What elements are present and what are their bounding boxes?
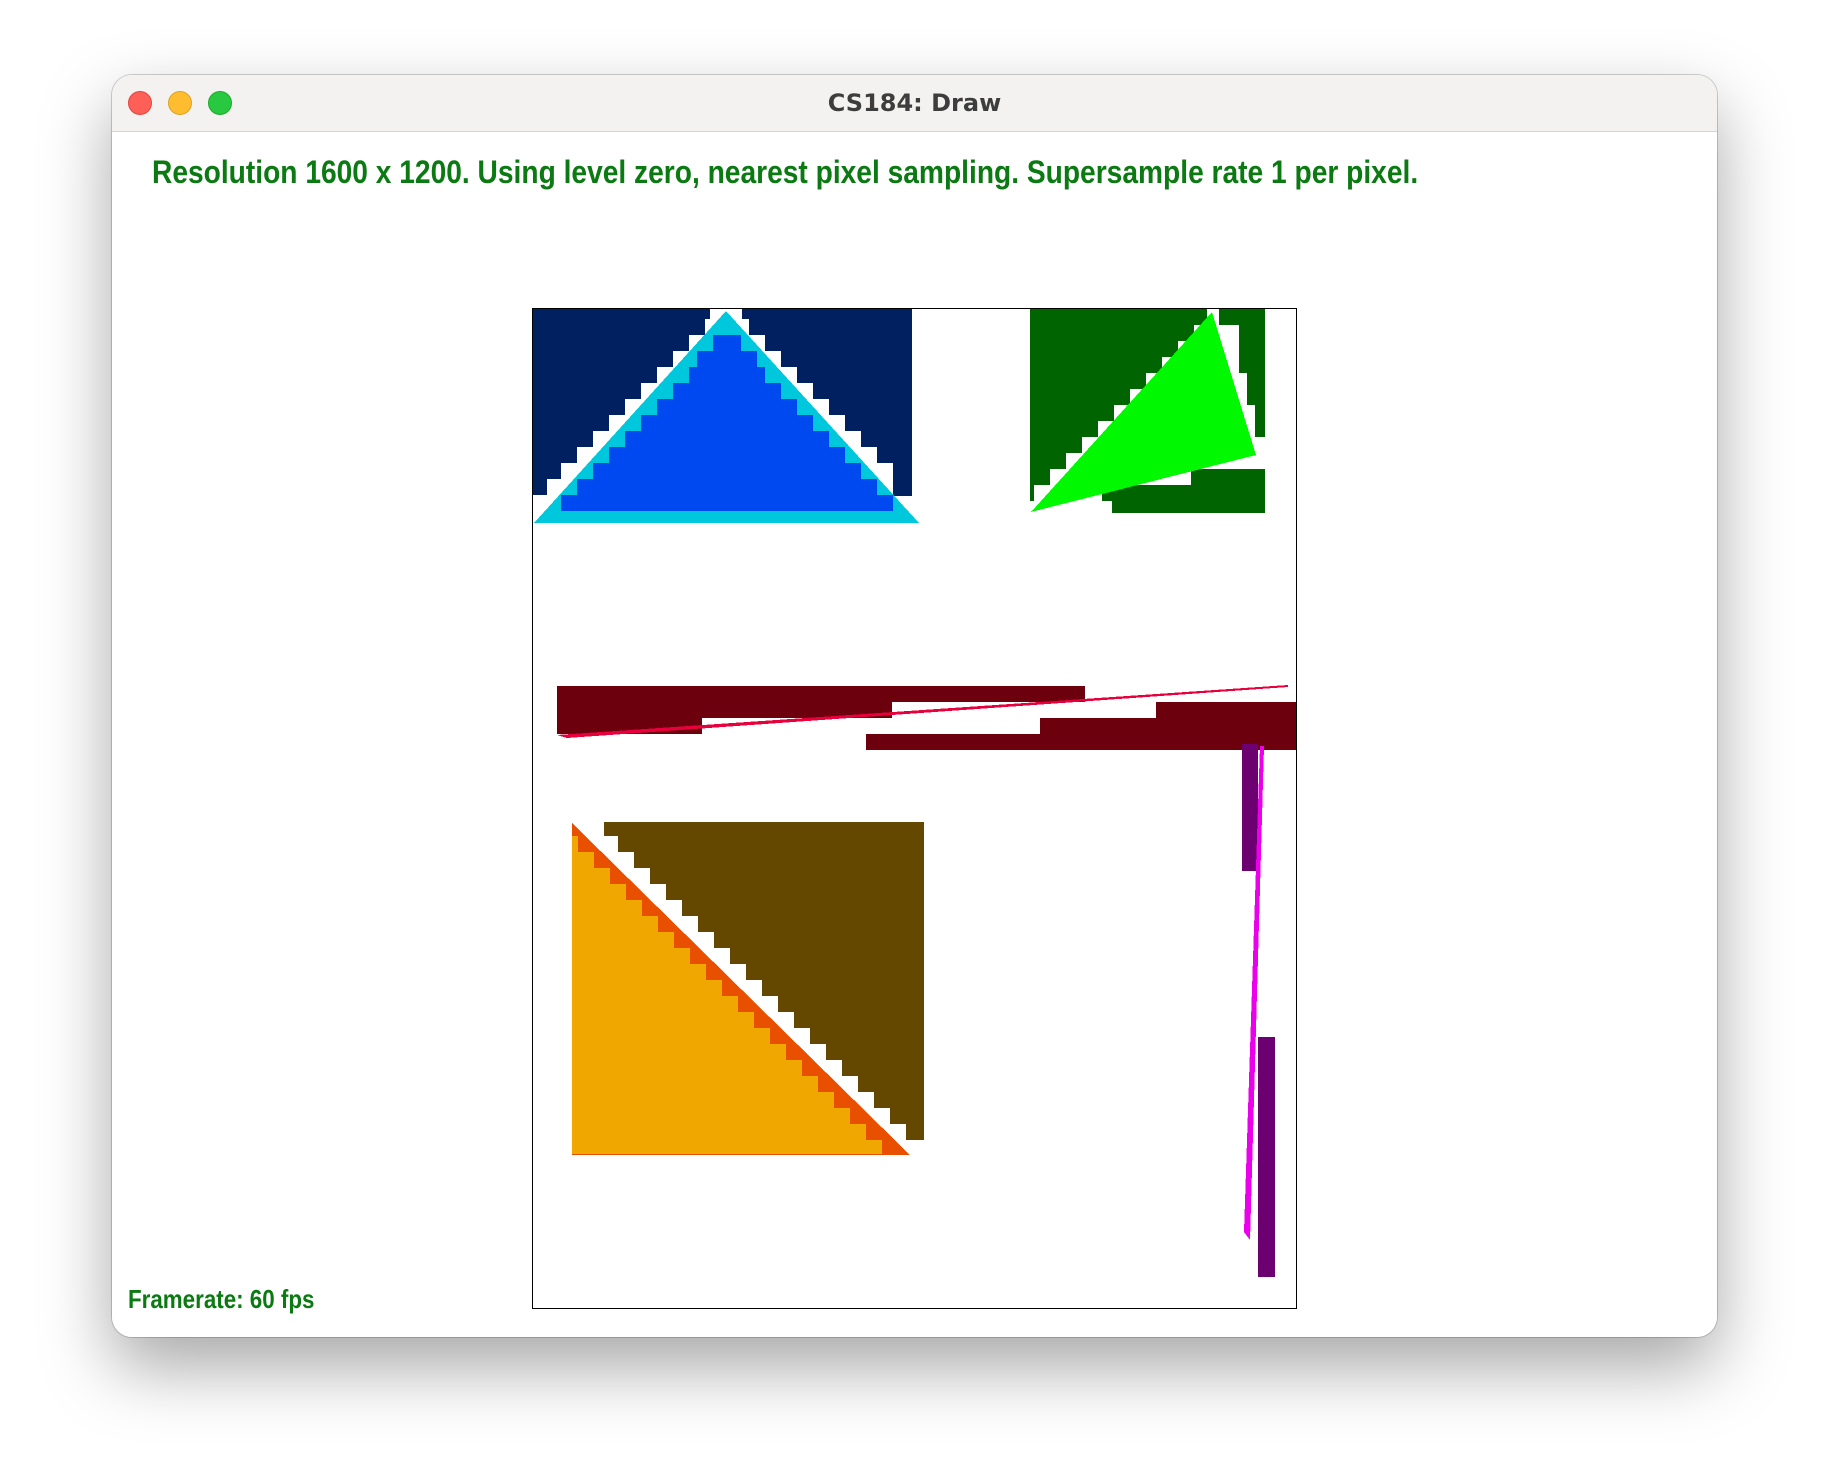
title-bar: CS184: Draw: [112, 75, 1717, 132]
framerate-text: Framerate: 60 fps: [128, 1284, 315, 1314]
drawing-canvas[interactable]: [532, 307, 1312, 1332]
render-area: Resolution 1600 x 1200. Using level zero…: [112, 132, 1717, 1337]
status-text: Resolution 1600 x 1200. Using level zero…: [152, 154, 1419, 190]
app-window: CS184: Draw Resolution 1600 x 1200. Usin…: [112, 75, 1717, 1337]
window-title: CS184: Draw: [827, 89, 1002, 117]
maroon-blocks: [557, 686, 1296, 750]
